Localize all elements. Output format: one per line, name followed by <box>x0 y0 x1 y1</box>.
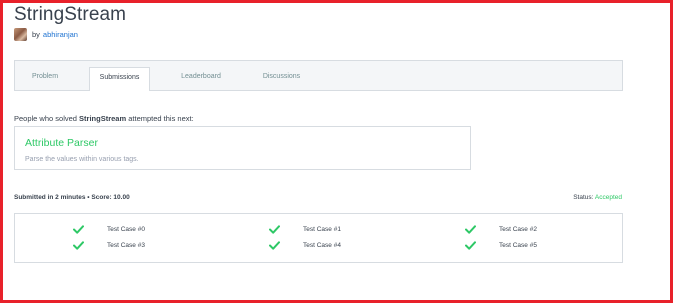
author-link[interactable]: abhiranjan <box>43 30 78 39</box>
check-icon <box>73 240 84 250</box>
test-case-label: Test Case #1 <box>303 225 341 233</box>
check-icon <box>465 224 476 234</box>
check-icon <box>465 240 476 250</box>
attempted-next-text: People who solved StringStream attempted… <box>14 114 194 123</box>
suggested-challenge-description: Parse the values within various tags. <box>25 156 139 163</box>
submission-summary: Submitted in 2 minutes • Score: 10.00 <box>14 194 130 201</box>
check-icon <box>73 224 84 234</box>
test-case-item[interactable]: Test Case #4 <box>269 240 341 250</box>
next-prefix: People who solved <box>14 114 80 123</box>
tab-problem[interactable]: Problem <box>16 61 74 90</box>
status-label: Status: <box>573 194 594 201</box>
test-case-item[interactable]: Test Case #1 <box>269 224 341 234</box>
tab-bar: Problem Submissions Leaderboard Discussi… <box>14 60 623 91</box>
tab-discussions[interactable]: Discussions <box>253 61 310 90</box>
test-case-item[interactable]: Test Case #3 <box>73 240 145 250</box>
submission-status: Status: Accepted <box>573 194 622 201</box>
tab-leaderboard[interactable]: Leaderboard <box>170 61 232 90</box>
test-case-label: Test Case #4 <box>303 241 341 249</box>
test-case-item[interactable]: Test Case #5 <box>465 240 537 250</box>
submission-summary-text: Submitted in 2 minutes • Score: 10.00 <box>14 194 130 201</box>
test-case-label: Test Case #0 <box>107 225 145 233</box>
status-value: Accepted <box>594 194 622 201</box>
tab-submissions[interactable]: Submissions <box>89 67 150 91</box>
suggested-challenge-card[interactable]: Attribute Parser Parse the values within… <box>14 126 471 170</box>
test-case-label: Test Case #2 <box>499 225 537 233</box>
suggested-challenge-title[interactable]: Attribute Parser <box>25 137 98 149</box>
check-icon <box>269 240 280 250</box>
by-label: by <box>32 29 40 39</box>
test-case-item[interactable]: Test Case #0 <box>73 224 145 234</box>
test-case-label: Test Case #5 <box>499 241 537 249</box>
challenge-title: StringStream <box>14 4 127 25</box>
test-cases-panel: Test Case #0 Test Case #1 Test Case #2 T… <box>14 213 623 263</box>
check-icon <box>269 224 280 234</box>
test-case-label: Test Case #3 <box>107 241 145 249</box>
next-challenge-name: StringStream <box>79 114 127 123</box>
author-row: by abhiranjan <box>14 27 78 41</box>
next-suffix: attempted this next: <box>126 114 194 123</box>
test-case-item[interactable]: Test Case #2 <box>465 224 537 234</box>
author-avatar[interactable] <box>14 27 27 41</box>
